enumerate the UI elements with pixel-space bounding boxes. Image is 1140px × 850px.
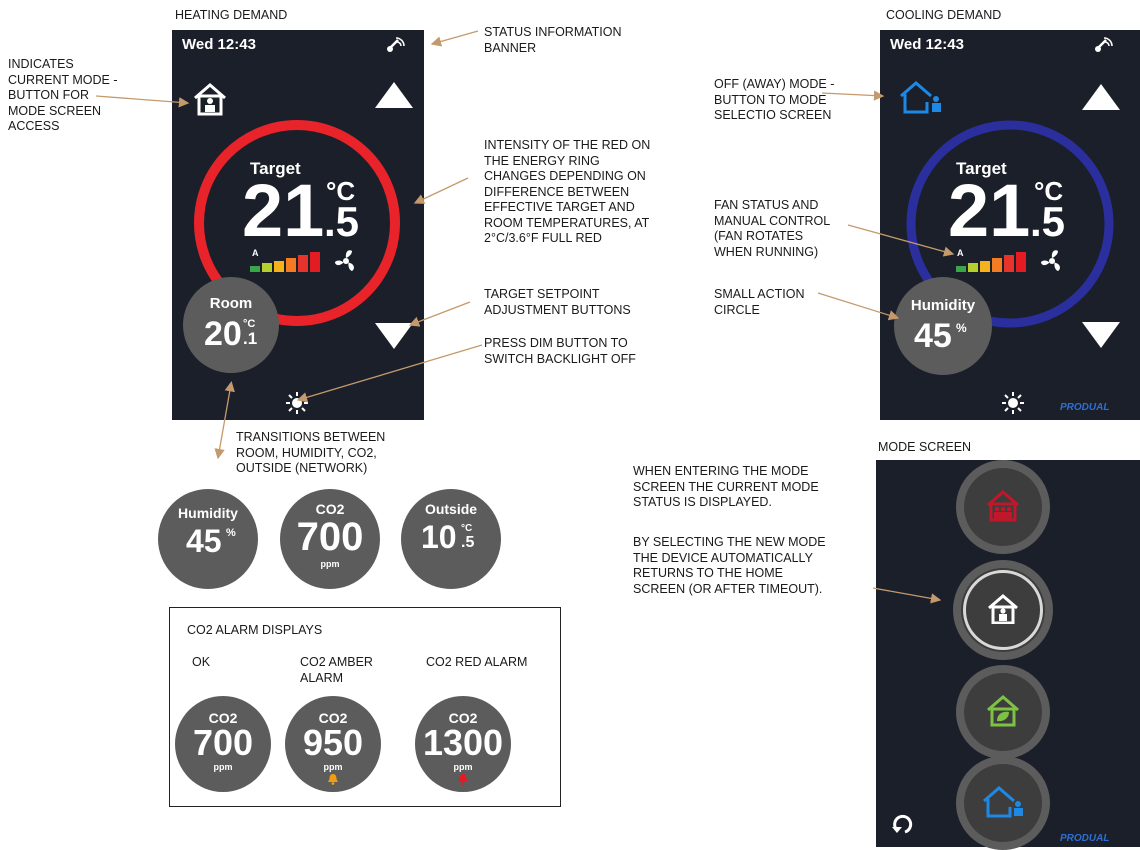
co2-circle-ok: CO2 700 ppm: [175, 696, 271, 792]
mode-screen: PRODUAL: [876, 460, 1140, 850]
circle-value: 700: [296, 515, 364, 559]
party-house-icon: [987, 490, 1019, 522]
circle-unit: %: [226, 527, 236, 539]
action-circle-humidity[interactable]: Humidity 45 %: [894, 277, 992, 375]
annotation-fan-status: FAN STATUS AND MANUAL CONTROL (FAN ROTAT…: [714, 198, 831, 259]
target-value: 21: [242, 169, 325, 252]
target-value: 21: [948, 169, 1031, 252]
co2-caption-red: CO2 RED ALARM: [426, 655, 528, 669]
annotation-energy-ring: INTENSITY OF THE RED ON THE ENERGY RING …: [484, 138, 651, 245]
amber-bell-icon: [328, 774, 338, 785]
heading-mode-screen: MODE SCREEN: [878, 440, 972, 454]
status-time: Wed 12:43: [890, 36, 964, 53]
transition-circle-humidity: Humidity 45 %: [158, 489, 258, 589]
home-mode-icon: [988, 594, 1018, 624]
down-arrow-icon[interactable]: [1082, 322, 1120, 348]
action-value: 45: [914, 317, 952, 355]
annotation-away-mode: OFF (AWAY) MODE - BUTTON TO MODE SELECTI…: [714, 77, 835, 122]
circle-label: Humidity: [178, 505, 238, 521]
fan-icon[interactable]: [1039, 248, 1065, 274]
co2-circle-red: CO2 1300 ppm: [415, 696, 511, 792]
mode-option-away[interactable]: [956, 756, 1050, 850]
circle-decimal: .5: [461, 534, 475, 551]
target-decimal: .5: [324, 198, 360, 245]
dim-icon[interactable]: [286, 392, 308, 414]
action-label: Humidity: [910, 297, 976, 314]
heading-cooling-demand: COOLING DEMAND: [886, 8, 1002, 22]
circle-value: 700: [192, 722, 254, 763]
mode-option-occupied[interactable]: [956, 460, 1050, 554]
down-arrow-icon[interactable]: [375, 323, 413, 349]
home-mode-icon[interactable]: [192, 82, 228, 116]
signal-icon: [387, 37, 405, 52]
back-icon[interactable]: [890, 812, 916, 836]
co2-alarm-title: CO2 ALARM DISPLAYS: [187, 623, 323, 637]
circle-value: 10: [421, 519, 457, 555]
heading-heating-demand: HEATING DEMAND: [175, 8, 288, 22]
circle-unit: ppm: [320, 559, 340, 569]
annotation-setpoint-buttons: TARGET SETPOINT ADJUSTMENT BUTTONS: [484, 287, 631, 317]
annotation-indicates-mode: INDICATES CURRENT MODE - BUTTON FOR MODE…: [8, 57, 118, 133]
circle-value: 45: [186, 523, 222, 559]
heating-demand-screen: Wed 12:43 Target 21 °C .5 A Room 20 °C .…: [172, 30, 424, 420]
circle-unit: ppm: [453, 762, 473, 772]
co2-circle-amber: CO2 950 ppm: [285, 696, 381, 792]
annotation-mode-select: BY SELECTING THE NEW MODE THE DEVICE AUT…: [633, 535, 826, 596]
annotation-mode-enter: WHEN ENTERING THE MODE SCREEN THE CURREN…: [633, 464, 819, 509]
target-decimal: .5: [1030, 198, 1066, 245]
status-time: Wed 12:43: [182, 36, 256, 53]
action-label: Room: [209, 295, 253, 312]
brand-logo: PRODUAL: [1060, 833, 1110, 844]
annotation-small-action: SMALL ACTION CIRCLE: [714, 287, 805, 317]
action-circle-room[interactable]: Room 20 °C .1: [183, 277, 279, 373]
eco-house-icon: [987, 695, 1019, 727]
co2-alarm-box: CO2 ALARM DISPLAYS OK CO2 AMBER ALARM CO…: [169, 607, 561, 807]
circle-unit: ppm: [213, 762, 233, 772]
circle-value: 950: [302, 722, 364, 763]
fan-icon[interactable]: [333, 248, 359, 274]
fan-speed-bars[interactable]: [956, 252, 1034, 272]
circle-label: Outside: [424, 501, 478, 517]
co2-caption-ok: OK: [192, 655, 211, 669]
circle-unit: °C: [461, 523, 473, 534]
annotation-transitions: TRANSITIONS BETWEEN ROOM, HUMIDITY, CO2,…: [236, 430, 386, 475]
red-bell-icon: [458, 774, 468, 785]
transition-circle-co2: CO2 700 ppm: [280, 489, 380, 589]
cooling-demand-screen: Wed 12:43 Target 21 °C .5 A Humidity 45 …: [880, 30, 1140, 420]
annotation-status-banner: STATUS INFORMATION BANNER: [484, 25, 622, 55]
brand-logo: PRODUAL: [1060, 402, 1110, 413]
up-arrow-icon[interactable]: [375, 82, 413, 108]
fan-speed-bars[interactable]: [250, 252, 328, 272]
arrow-status-banner: [430, 30, 479, 47]
up-arrow-icon[interactable]: [1082, 84, 1120, 110]
action-value: 20: [204, 315, 242, 353]
dim-icon[interactable]: [1002, 392, 1024, 414]
action-decimal: .1: [243, 329, 258, 348]
co2-caption-amber: CO2 AMBER ALARM: [300, 655, 373, 685]
transition-circle-outside: Outside 10 °C .5: [401, 489, 501, 589]
circle-unit: ppm: [323, 762, 343, 772]
mode-option-home-selected[interactable]: [953, 560, 1053, 660]
signal-icon: [1095, 37, 1113, 52]
mode-option-eco[interactable]: [956, 665, 1050, 759]
action-unit: %: [956, 321, 967, 335]
away-mode-icon[interactable]: [898, 80, 944, 114]
circle-value: 1300: [422, 722, 504, 763]
away-mode-icon: [983, 786, 1023, 818]
annotation-dim-button: PRESS DIM BUTTON TO SWITCH BACKLIGHT OFF: [484, 336, 636, 366]
